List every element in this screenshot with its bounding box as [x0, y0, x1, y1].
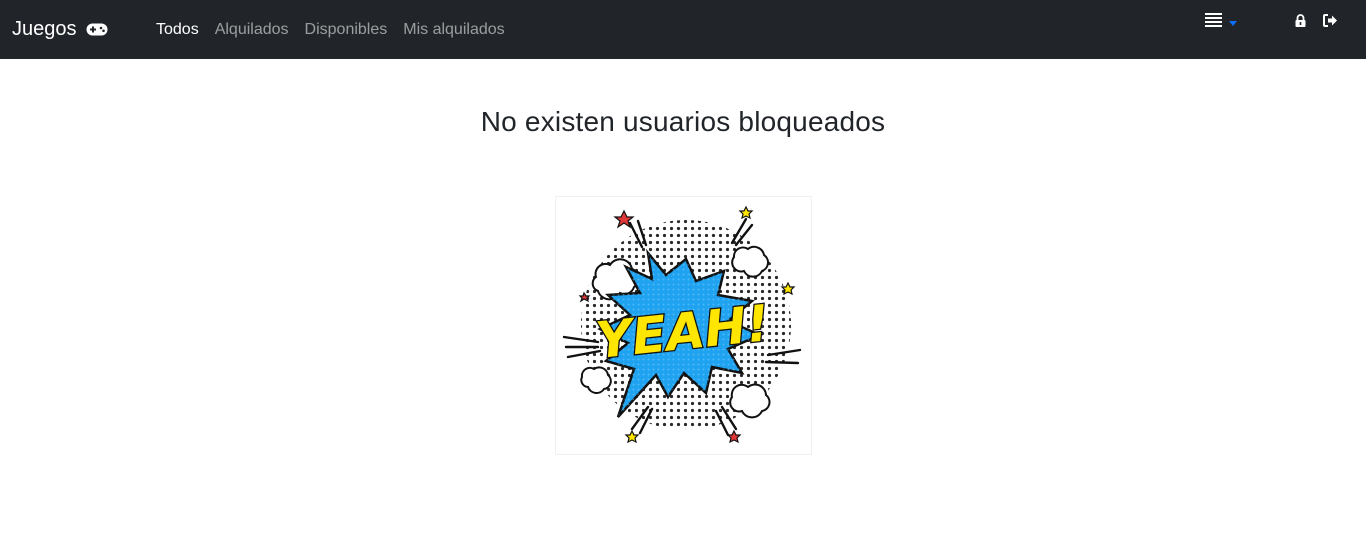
sign-out-icon[interactable] [1323, 14, 1338, 32]
nav-link-mis-alquilados[interactable]: Mis alquilados [395, 21, 512, 39]
lock-icon[interactable] [1295, 14, 1306, 32]
menu-dropdown-toggle[interactable] [1205, 12, 1237, 32]
nav-links: Todos Alquilados Disponibles Mis alquila… [148, 0, 513, 59]
brand-link[interactable]: Juegos [12, 0, 108, 59]
brand-label: Juegos [12, 18, 77, 40]
nav-link-todos[interactable]: Todos [148, 21, 207, 39]
nav-link-alquilados[interactable]: Alquilados [207, 21, 297, 39]
top-navbar: Juegos Todos Alquilados Disponibles Mis … [0, 0, 1366, 59]
list-menu-icon [1205, 12, 1222, 32]
gamepad-icon [86, 23, 108, 36]
page-title: No existen usuarios bloqueados [480, 106, 886, 137]
nav-link-disponibles[interactable]: Disponibles [297, 21, 396, 39]
caret-down-icon [1229, 13, 1237, 31]
celebration-image: YEAH! [555, 196, 812, 455]
yeah-burst-illustration: YEAH! [562, 205, 802, 444]
